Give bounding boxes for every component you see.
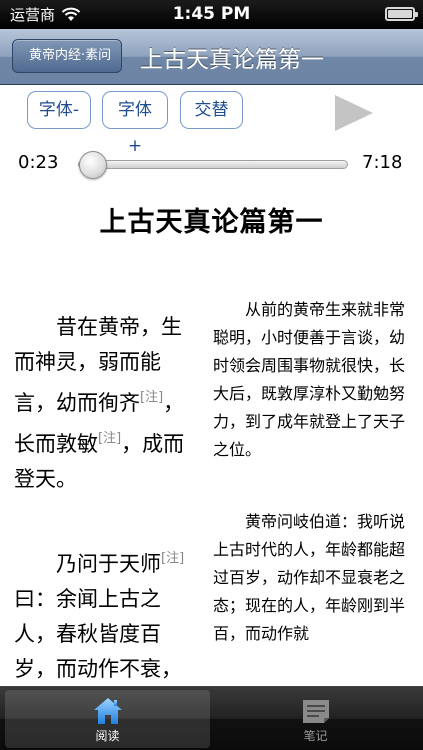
note-link[interactable]: [注] bbox=[161, 551, 184, 566]
progress-slider[interactable] bbox=[78, 151, 348, 179]
audio-progress: 0:23 7:18 bbox=[0, 144, 423, 184]
original-text-column: 昔在黄帝，生而神灵，弱而能言，幼而徇齐[注]，长而敦敏[注]，成而登天。 乃问于… bbox=[14, 310, 198, 750]
slider-thumb[interactable] bbox=[79, 151, 108, 179]
navigation-bar: 黄帝内经·素问 上古天真论篇第一 bbox=[0, 29, 423, 85]
total-duration: 7:18 bbox=[362, 152, 403, 173]
translation-column: 从前的黄帝生来就非常聪明，小时便善于言谈，幼时领会周围事物就很快，长大后，既敦厚… bbox=[213, 296, 413, 692]
original-text: 乃问于天师 bbox=[56, 552, 161, 576]
font-increase-button[interactable]: 字体+ bbox=[102, 91, 168, 156]
tab-notes[interactable]: 笔记 bbox=[213, 690, 418, 748]
house-icon bbox=[93, 698, 122, 724]
reader-toolbar: 字体- 字体+ 交替 bbox=[0, 86, 423, 156]
font-decrease-button[interactable]: 字体- bbox=[27, 91, 91, 129]
back-button-label: 黄帝内经·素问 bbox=[29, 48, 112, 63]
original-paragraph: 昔在黄帝，生而神灵，弱而能言，幼而徇齐[注]，长而敦敏[注]，成而登天。 bbox=[14, 310, 198, 497]
elapsed-time: 0:23 bbox=[18, 152, 59, 173]
tab-bar: 阅读 笔记 bbox=[0, 686, 423, 750]
tab-read[interactable]: 阅读 bbox=[5, 690, 210, 748]
status-time: 1:45 PM bbox=[172, 4, 251, 24]
notes-icon bbox=[302, 700, 329, 723]
translation-paragraph: 从前的黄帝生来就非常聪明，小时便善于言谈，幼时领会周围事物就很快，长大后，既敦厚… bbox=[213, 300, 406, 459]
status-bar: 运营商 1:45 PM bbox=[0, 0, 423, 29]
translation-paragraph: 黄帝问岐伯道：我听说上古时代的人，年龄都能超过百岁，动作却不显衰老之态；现在的人… bbox=[213, 512, 406, 643]
battery-icon bbox=[385, 7, 418, 21]
back-button[interactable]: 黄帝内经·素问 bbox=[12, 39, 123, 73]
note-link[interactable]: [注] bbox=[140, 390, 163, 405]
toggle-button[interactable]: 交替 bbox=[180, 91, 243, 129]
nav-title: 上古天真论篇第一 bbox=[140, 47, 324, 73]
tab-notes-label: 笔记 bbox=[303, 729, 328, 743]
note-link[interactable]: [注] bbox=[98, 431, 121, 446]
tab-read-label: 阅读 bbox=[95, 729, 120, 743]
play-icon[interactable] bbox=[335, 95, 373, 131]
chapter-title: 上古天真论篇第一 bbox=[99, 207, 324, 238]
